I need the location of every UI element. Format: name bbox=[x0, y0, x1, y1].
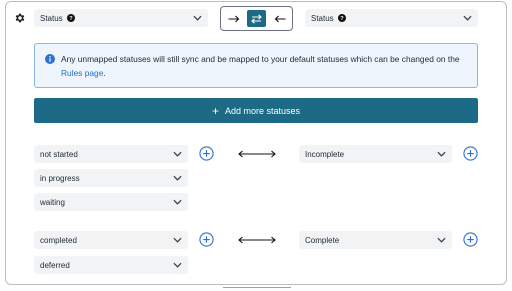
chevron-down-icon bbox=[173, 262, 182, 268]
scrollbar[interactable] bbox=[223, 287, 291, 291]
left-status-select[interactable]: in progress bbox=[34, 169, 188, 187]
left-status-field-label: Status bbox=[40, 13, 63, 23]
svg-text:?: ? bbox=[340, 16, 344, 22]
right-status-select[interactable]: Incomplete bbox=[299, 145, 452, 163]
gear-icon[interactable] bbox=[14, 12, 26, 24]
svg-text:?: ? bbox=[69, 16, 73, 22]
right-status-field-label: Status bbox=[311, 13, 334, 23]
help-icon[interactable]: ? bbox=[66, 14, 75, 22]
chevron-down-icon bbox=[173, 199, 182, 205]
chevron-down-icon bbox=[193, 15, 202, 21]
info-icon bbox=[45, 54, 55, 64]
info-text: Any unmapped statuses will still sync an… bbox=[61, 54, 460, 78]
bidirectional-arrow-icon bbox=[238, 236, 276, 244]
right-status-field-select[interactable]: Status ? bbox=[305, 9, 478, 27]
add-status-plus-icon[interactable] bbox=[199, 146, 214, 161]
left-status-select[interactable]: completed bbox=[34, 231, 188, 249]
add-more-statuses-label: Add more statuses bbox=[224, 105, 301, 116]
direction-both-button[interactable] bbox=[247, 10, 266, 27]
right-status-select[interactable]: Complete bbox=[299, 231, 452, 249]
chevron-down-icon bbox=[463, 15, 472, 21]
left-status-field-select[interactable]: Status ? bbox=[34, 9, 208, 27]
chevron-down-icon bbox=[173, 175, 182, 181]
add-more-statuses-button[interactable]: + Add more statuses bbox=[34, 98, 478, 123]
sync-direction-toggle bbox=[220, 6, 293, 31]
arrow-left-icon bbox=[274, 15, 285, 22]
chevron-down-icon bbox=[437, 151, 446, 157]
swap-arrows-icon bbox=[251, 13, 262, 24]
help-icon[interactable]: ? bbox=[337, 14, 346, 22]
arrow-right-icon bbox=[228, 15, 239, 22]
info-banner: Any unmapped statuses will still sync an… bbox=[34, 43, 478, 88]
direction-left-button[interactable] bbox=[270, 10, 289, 27]
rules-page-link[interactable]: Rules page bbox=[61, 68, 103, 78]
chevron-down-icon bbox=[173, 151, 182, 157]
left-status-select[interactable]: not started bbox=[34, 145, 188, 163]
add-status-plus-icon[interactable] bbox=[199, 232, 214, 247]
bidirectional-arrow-icon bbox=[238, 150, 276, 158]
left-status-select[interactable]: deferred bbox=[34, 256, 188, 274]
chevron-down-icon bbox=[437, 237, 446, 243]
left-status-select[interactable]: waiting bbox=[34, 193, 188, 211]
add-status-plus-icon[interactable] bbox=[463, 146, 478, 161]
chevron-down-icon bbox=[173, 237, 182, 243]
plus-icon: + bbox=[211, 103, 219, 118]
direction-right-button[interactable] bbox=[224, 10, 243, 27]
add-status-plus-icon[interactable] bbox=[463, 232, 478, 247]
